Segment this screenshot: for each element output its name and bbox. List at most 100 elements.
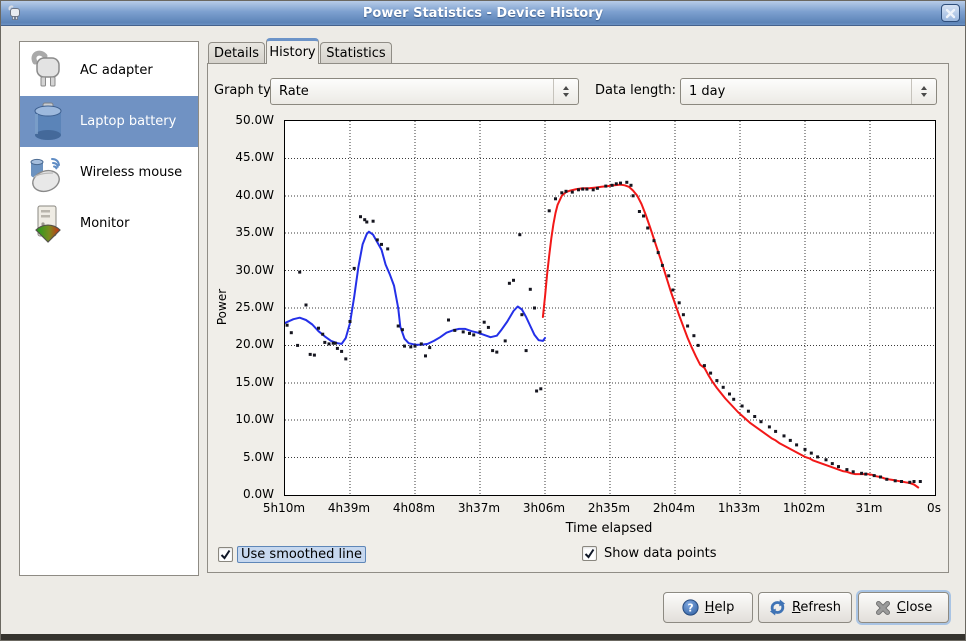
data-point (585, 188, 588, 191)
data-point (447, 319, 450, 322)
show-data-points-label[interactable]: Show data points (604, 546, 717, 561)
data-point (518, 233, 521, 236)
data-point (825, 458, 828, 461)
data-point (873, 474, 876, 477)
device-item-ac-adapter[interactable]: AC adapter (20, 45, 198, 96)
data-point (512, 279, 515, 282)
data-point (642, 215, 645, 218)
data-point (638, 210, 641, 213)
data-length-value: 1 day (681, 84, 911, 99)
data-point (414, 345, 417, 348)
data-point (596, 187, 599, 190)
data-point (296, 344, 299, 347)
smoothed-rate-charging (543, 185, 918, 488)
window-title: Power Statistics - Device History (1, 6, 965, 21)
data-point (372, 220, 375, 223)
x-axis-title: Time elapsed (284, 521, 934, 536)
use-smoothed-line-label[interactable]: Use smoothed line (237, 546, 366, 563)
y-tick-label: 45.0W (208, 150, 274, 164)
tab-details[interactable]: Details (208, 42, 265, 64)
use-smoothed-line-option: Use smoothed line (218, 546, 366, 563)
device-item-laptop-battery[interactable]: Laptop battery (20, 96, 198, 147)
data-point (774, 430, 777, 433)
data-point (908, 481, 911, 484)
ac-adapter-icon (26, 49, 70, 93)
history-tab-page: Graph type: Rate Data length: 1 day Powe… (207, 63, 949, 573)
data-point (885, 478, 888, 481)
device-item-wireless-mouse[interactable]: Wireless mouse (20, 147, 198, 198)
x-tick-label: 2h04m (653, 501, 695, 515)
data-point (420, 342, 423, 345)
data-point (495, 351, 498, 354)
data-point (334, 342, 337, 345)
data-point (533, 307, 536, 310)
data-point (753, 415, 756, 418)
graph-type-value: Rate (271, 84, 553, 99)
window-close-button[interactable] (941, 4, 960, 22)
use-smoothed-line-checkbox[interactable] (218, 547, 233, 562)
data-point (323, 341, 326, 344)
data-point (783, 434, 786, 437)
button-label: C (897, 600, 906, 615)
data-point (768, 425, 771, 428)
data-point (678, 301, 681, 304)
data-point (860, 472, 863, 475)
data-point (548, 209, 551, 212)
help-icon: ? (682, 599, 699, 616)
data-point (728, 393, 731, 396)
data-length-dropdown[interactable]: 1 day (680, 78, 937, 105)
data-point (615, 182, 618, 185)
data-point (864, 473, 867, 476)
tab-label: History (269, 45, 315, 60)
help-button[interactable]: ? Help (663, 592, 753, 623)
data-point (554, 197, 557, 200)
show-data-points-checkbox[interactable] (582, 546, 597, 561)
data-point (468, 332, 471, 335)
y-tick-label: 50.0W (208, 113, 274, 127)
data-point (328, 342, 331, 345)
data-point (472, 333, 475, 336)
data-point (837, 465, 840, 468)
y-tick-label: 35.0W (208, 225, 274, 239)
button-label: elp (714, 600, 734, 615)
x-tick-label: 2h35m (588, 501, 630, 515)
x-tick-label: 0s (927, 501, 941, 515)
data-point (535, 390, 538, 393)
data-point (309, 353, 312, 356)
window-close-icon (945, 8, 956, 19)
data-point (386, 247, 389, 250)
show-data-points-option: Show data points (582, 546, 717, 561)
data-point (611, 184, 614, 187)
y-tick-label: 10.0W (208, 412, 274, 426)
data-point (340, 350, 343, 353)
power-statistics-window: Power Statistics - Device History AC ada… (0, 0, 966, 641)
data-point (491, 349, 494, 352)
device-label: Monitor (80, 216, 129, 231)
data-point (571, 191, 574, 194)
y-axis-ticks: 50.0W45.0W40.0W35.0W30.0W25.0W20.0W15.0W… (208, 120, 278, 494)
button-label: lose (906, 600, 932, 615)
data-point (894, 479, 897, 482)
titlebar[interactable]: Power Statistics - Device History (1, 1, 965, 26)
tab-statistics[interactable]: Statistics (320, 42, 392, 64)
checkmark-icon (220, 549, 231, 560)
svg-text:?: ? (687, 602, 693, 614)
data-point (403, 345, 406, 348)
device-item-monitor[interactable]: Monitor (20, 198, 198, 249)
x-tick-label: 4h08m (393, 501, 435, 515)
graph-type-dropdown[interactable]: Rate (270, 78, 579, 105)
dropdown-arrows-icon (553, 79, 578, 104)
dropdown-arrows-icon (911, 79, 936, 104)
refresh-button[interactable]: Refresh (758, 592, 852, 623)
x-tick-label: 1h33m (718, 501, 760, 515)
tab-history[interactable]: History (266, 38, 319, 64)
data-point (879, 476, 882, 479)
tab-label: Details (214, 46, 259, 61)
data-point (317, 327, 320, 330)
data-point (592, 188, 595, 191)
x-tick-label: 3h37m (458, 501, 500, 515)
data-point (709, 372, 712, 375)
data-point (697, 344, 700, 347)
data-point (365, 221, 368, 224)
close-button[interactable]: Close (858, 592, 949, 623)
